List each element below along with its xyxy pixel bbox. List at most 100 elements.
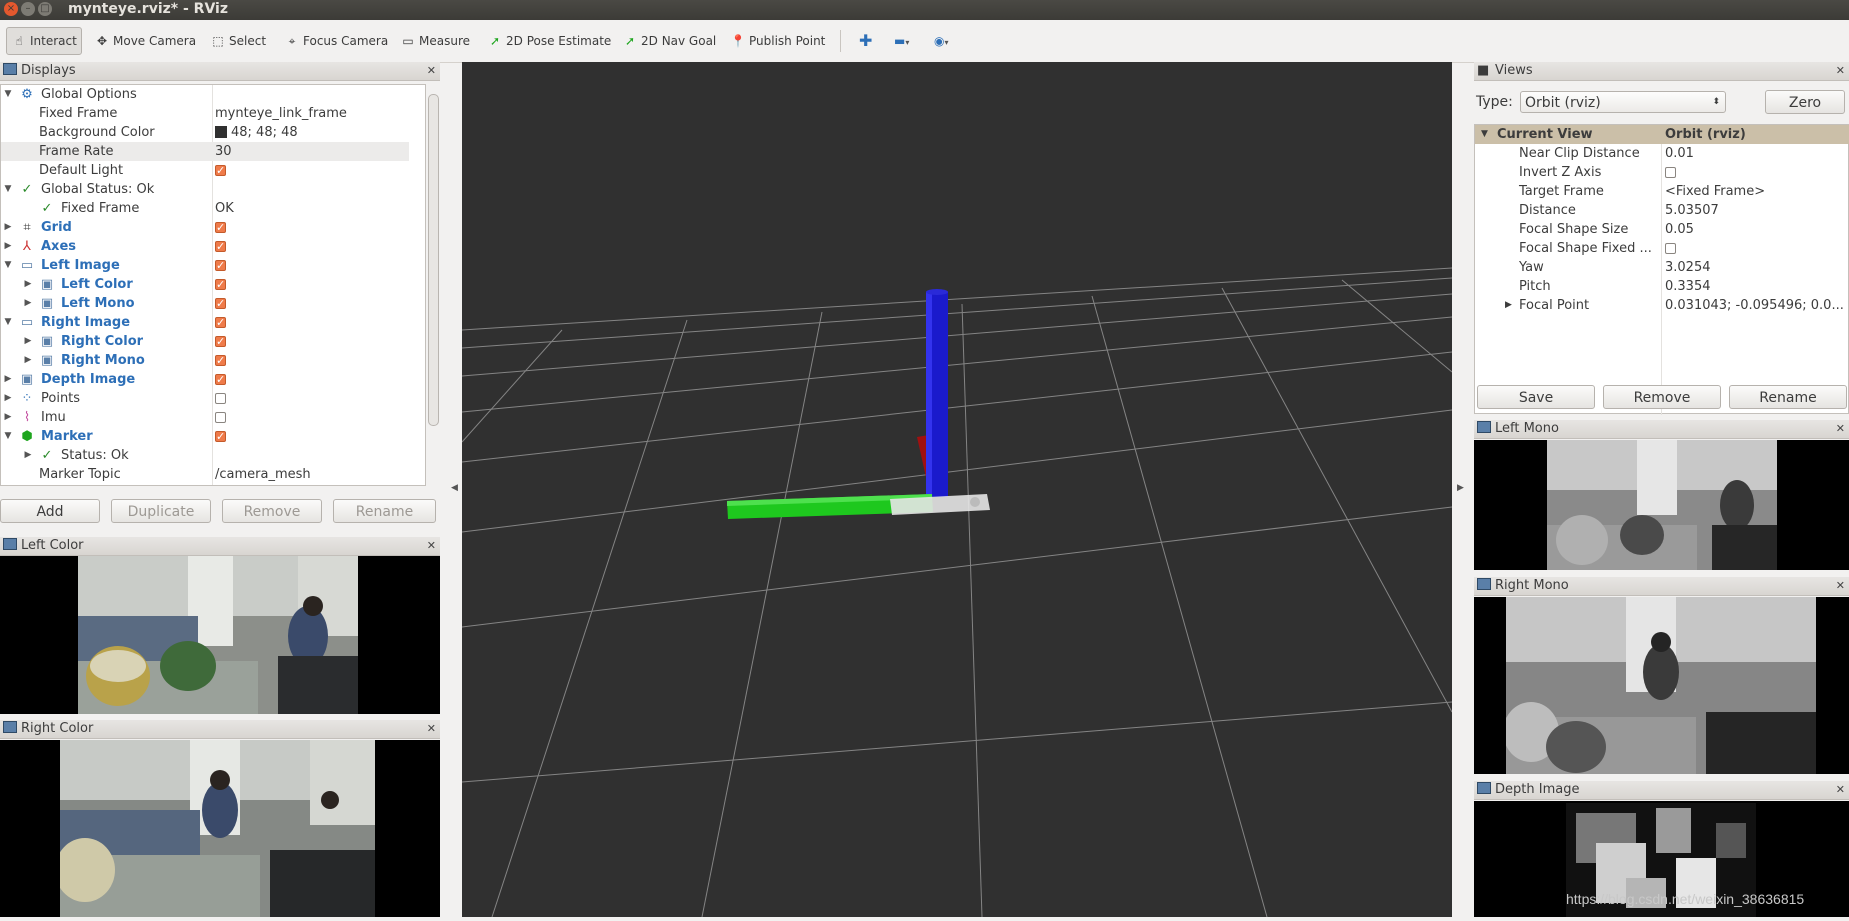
eye-icon[interactable]: ◉▾ (930, 29, 953, 53)
tree-row-marker-topic[interactable]: Marker Topic /camera_mesh (1, 465, 409, 484)
left-image-checkbox[interactable] (215, 256, 226, 275)
chevron-right-icon[interactable]: ▶ (3, 408, 13, 427)
frame-rate-value[interactable]: 30 (215, 142, 232, 161)
chevron-down-icon[interactable]: ▼ (3, 256, 13, 275)
focus-camera-tool-button[interactable]: ⌖ Focus Camera (280, 29, 392, 53)
chevron-down-icon[interactable]: ▼ (3, 85, 13, 104)
view-row-focal-point[interactable]: ▶ Focal Point 0.031043; -0.095496; 0.0... (1475, 296, 1849, 315)
chevron-right-icon[interactable]: ▶ (3, 237, 13, 256)
tree-row-global-options[interactable]: ▼ ⚙ Global Options (1, 85, 409, 104)
remove-display-button[interactable]: Remove (222, 499, 322, 523)
tree-row-background-color[interactable]: Background Color 48; 48; 48 (1, 123, 409, 142)
background-color-value[interactable]: 48; 48; 48 (231, 125, 298, 140)
tree-row-marker[interactable]: ▼ ⬢ Marker (1, 427, 409, 446)
view-row-invert-z[interactable]: Invert Z Axis (1475, 163, 1849, 182)
tree-row-fixed-frame-status[interactable]: ✓ Fixed Frame OK (1, 199, 409, 218)
chevron-right-icon[interactable]: ▶ (1505, 296, 1512, 315)
tree-row-right-color[interactable]: ▶ ▣ Right Color (1, 332, 409, 351)
default-light-checkbox[interactable] (215, 161, 226, 180)
depth-image-checkbox[interactable] (215, 370, 226, 389)
chevron-right-icon[interactable]: ▶ (3, 218, 13, 237)
remove-tool-icon[interactable]: ▬▾ (890, 29, 913, 53)
interact-tool-button[interactable]: ☝ Interact (6, 27, 82, 55)
grid-checkbox[interactable] (215, 218, 226, 237)
rename-view-button[interactable]: Rename (1729, 385, 1847, 409)
imu-checkbox[interactable] (215, 412, 226, 423)
tree-row-right-image[interactable]: ▼ ▭ Right Image (1, 313, 409, 332)
fixed-frame-value[interactable]: mynteye_link_frame (215, 104, 347, 123)
tree-row-points[interactable]: ▶ ⁘ Points (1, 389, 409, 408)
chevron-down-icon[interactable]: ▼ (3, 313, 13, 332)
publish-point-tool-button[interactable]: 📍 Publish Point (726, 29, 829, 53)
nav-goal-tool-button[interactable]: ➚ 2D Nav Goal (618, 29, 720, 53)
view-row-distance[interactable]: Distance 5.03507 (1475, 201, 1849, 220)
maximize-window-button[interactable]: □ (38, 2, 52, 16)
chevron-right-icon[interactable]: ▶ (23, 446, 33, 465)
chevron-down-icon[interactable]: ▼ (3, 427, 13, 446)
right-color-checkbox[interactable] (215, 332, 226, 351)
view-row-near-clip[interactable]: Near Clip Distance 0.01 (1475, 144, 1849, 163)
tree-row-fixed-frame[interactable]: Fixed Frame mynteye_link_frame (1, 104, 409, 123)
close-icon[interactable]: ✕ (427, 537, 436, 555)
close-icon[interactable]: ✕ (427, 720, 436, 738)
right-mono-checkbox[interactable] (215, 351, 226, 370)
axes-checkbox[interactable] (215, 237, 226, 256)
pose-estimate-tool-button[interactable]: ➚ 2D Pose Estimate (483, 29, 615, 53)
chevron-right-icon[interactable]: ▶ (23, 332, 33, 351)
invert-z-checkbox[interactable] (1665, 167, 1676, 178)
color-swatch[interactable] (215, 126, 227, 138)
duplicate-display-button[interactable]: Duplicate (111, 499, 211, 523)
tree-row-imu[interactable]: ▶ ⌇ Imu (1, 408, 409, 427)
collapse-left-arrow-icon[interactable]: ◀ (451, 483, 458, 493)
close-icon[interactable]: ✕ (427, 62, 436, 80)
close-icon[interactable]: ✕ (1836, 781, 1845, 799)
save-view-button[interactable]: Save (1477, 385, 1595, 409)
focal-shape-fixed-checkbox[interactable] (1665, 243, 1676, 254)
measure-tool-button[interactable]: ▭ Measure (396, 29, 474, 53)
tree-row-default-light[interactable]: Default Light (1, 161, 409, 180)
close-icon[interactable]: ✕ (1836, 420, 1845, 438)
tree-row-depth-image[interactable]: ▶ ▣ Depth Image (1, 370, 409, 389)
minimize-window-button[interactable]: – (21, 2, 35, 16)
view-row-pitch[interactable]: Pitch 0.3354 (1475, 277, 1849, 296)
chevron-right-icon[interactable]: ▶ (3, 370, 13, 389)
tree-row-marker-status[interactable]: ▶ ✓ Status: Ok (1, 446, 409, 465)
view-row-target-frame[interactable]: Target Frame <Fixed Frame> (1475, 182, 1849, 201)
tree-row-left-mono[interactable]: ▶ ▣ Left Mono (1, 294, 409, 313)
remove-view-button[interactable]: Remove (1603, 385, 1721, 409)
marker-topic-value[interactable]: /camera_mesh (215, 465, 311, 484)
tree-row-global-status[interactable]: ▼ ✓ Global Status: Ok (1, 180, 409, 199)
tree-row-frame-rate[interactable]: Frame Rate 30 (1, 142, 409, 161)
tree-row-grid[interactable]: ▶ ⌗ Grid (1, 218, 409, 237)
zero-button[interactable]: Zero (1765, 90, 1845, 114)
tree-row-right-mono[interactable]: ▶ ▣ Right Mono (1, 351, 409, 370)
scrollbar-thumb[interactable] (428, 94, 439, 426)
view-row-focal-shape-fixed[interactable]: Focal Shape Fixed ... (1475, 239, 1849, 258)
select-tool-button[interactable]: ⬚ Select (206, 29, 270, 53)
right-image-checkbox[interactable] (215, 313, 226, 332)
move-camera-tool-button[interactable]: ✥ Move Camera (90, 29, 200, 53)
3d-viewport[interactable] (462, 62, 1452, 917)
collapse-right-arrow-icon[interactable]: ▶ (1457, 483, 1464, 493)
close-icon[interactable]: ✕ (1836, 577, 1845, 595)
displays-scrollbar[interactable] (426, 84, 440, 486)
chevron-right-icon[interactable]: ▶ (23, 275, 33, 294)
view-type-select[interactable]: Orbit (rviz) ⬍ (1520, 91, 1726, 113)
tree-row-left-color[interactable]: ▶ ▣ Left Color (1, 275, 409, 294)
chevron-down-icon[interactable]: ▼ (1481, 125, 1488, 144)
view-row-focal-shape-size[interactable]: Focal Shape Size 0.05 (1475, 220, 1849, 239)
rename-display-button[interactable]: Rename (333, 499, 436, 523)
view-row-yaw[interactable]: Yaw 3.0254 (1475, 258, 1849, 277)
left-color-checkbox[interactable] (215, 275, 226, 294)
left-mono-checkbox[interactable] (215, 294, 226, 313)
add-tool-icon[interactable]: ✚ (855, 29, 876, 53)
chevron-down-icon[interactable]: ▼ (3, 180, 13, 199)
chevron-right-icon[interactable]: ▶ (3, 389, 13, 408)
current-view-header[interactable]: ▼ Current View Orbit (rviz) (1475, 125, 1849, 144)
marker-checkbox[interactable] (215, 427, 226, 446)
chevron-right-icon[interactable]: ▶ (23, 294, 33, 313)
close-window-button[interactable]: × (4, 2, 18, 16)
chevron-right-icon[interactable]: ▶ (23, 351, 33, 370)
add-display-button[interactable]: Add (0, 499, 100, 523)
tree-row-axes[interactable]: ▶ ⅄ Axes (1, 237, 409, 256)
